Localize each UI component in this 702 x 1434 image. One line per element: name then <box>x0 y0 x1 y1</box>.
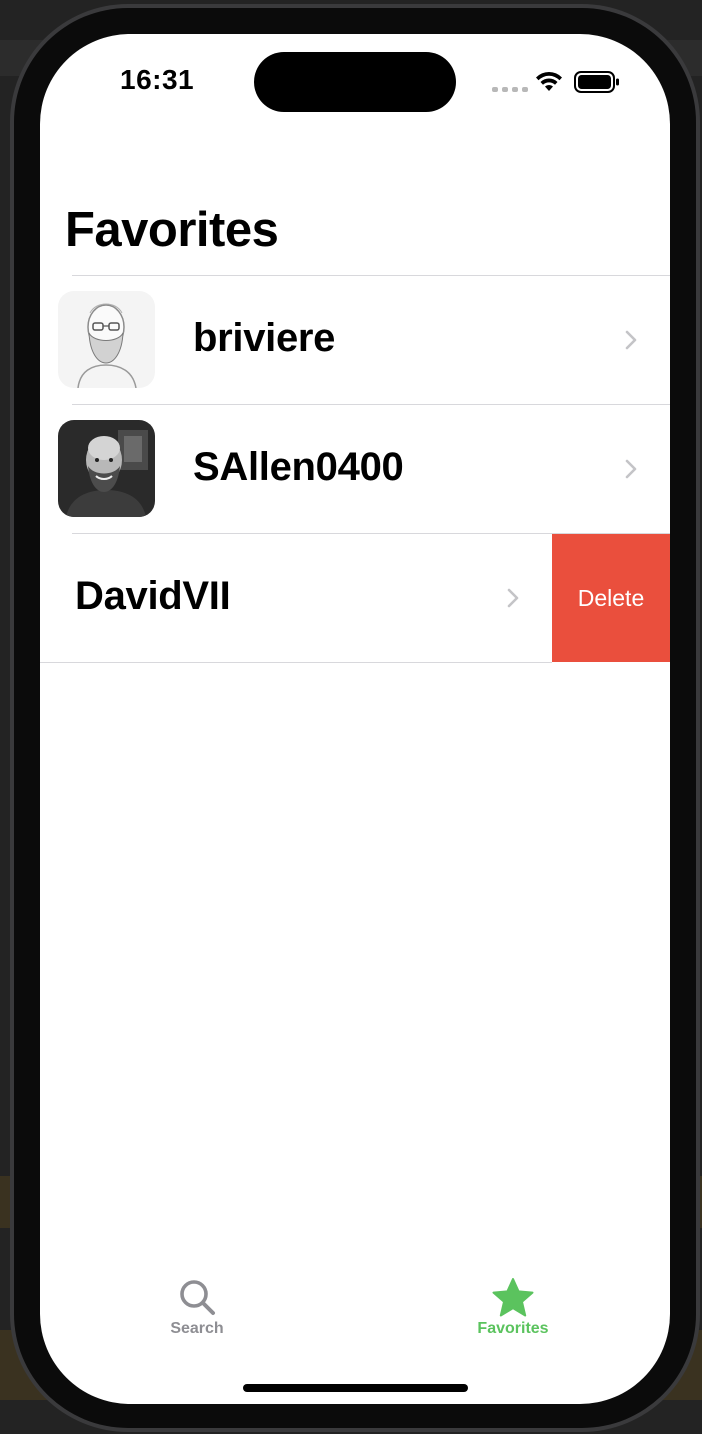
photo-portrait-avatar <box>58 420 155 517</box>
tab-favorites[interactable]: Favorites <box>443 1278 583 1338</box>
sketch-portrait-avatar <box>58 291 155 388</box>
star-icon <box>492 1278 534 1317</box>
list-item[interactable]: SAllen0400 <box>40 405 670 533</box>
magnifying-glass-icon <box>180 1280 215 1315</box>
phone-screen: 16:31 Favorites briviere SAllen0400 Davi… <box>40 34 670 1404</box>
status-time: 16:31 <box>120 64 195 95</box>
battery-icon <box>574 71 619 93</box>
wifi-icon <box>536 71 562 91</box>
delete-button[interactable]: Delete <box>552 534 670 662</box>
list-item[interactable]: DavidVII <box>40 534 552 662</box>
tab-label: Favorites <box>477 1320 549 1337</box>
tab-label: Search <box>170 1320 224 1337</box>
chevron-right-icon <box>625 330 637 350</box>
username-label: SAllen0400 <box>193 445 404 489</box>
home-indicator <box>243 1384 468 1392</box>
cellular-dots-icon <box>492 87 528 92</box>
chevron-right-icon <box>507 588 519 608</box>
tab-search[interactable]: Search <box>127 1278 267 1338</box>
list-item[interactable]: briviere <box>40 276 670 404</box>
page-title: Favorites <box>65 203 279 257</box>
dynamic-island <box>254 52 456 112</box>
chevron-right-icon <box>625 459 637 479</box>
list-divider <box>40 662 552 663</box>
username-label: briviere <box>193 316 336 360</box>
username-label: DavidVII <box>75 574 231 618</box>
